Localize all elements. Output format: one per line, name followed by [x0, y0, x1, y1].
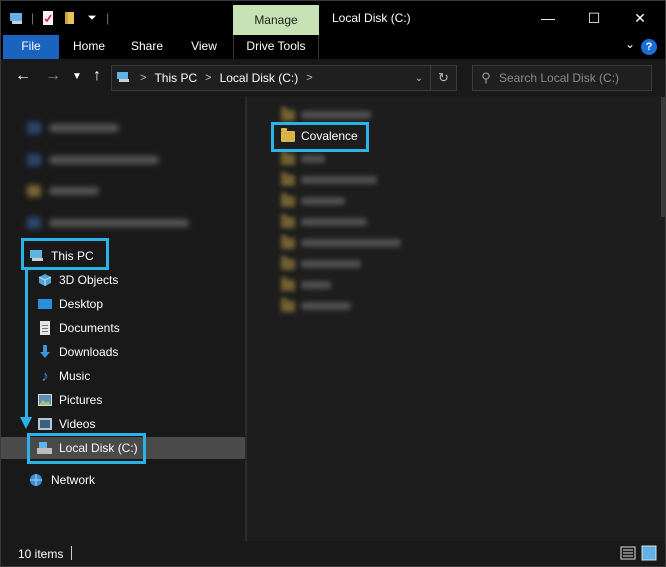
music-note-icon: ♪ [41, 367, 49, 385]
nav-downloads[interactable]: Downloads [37, 341, 118, 363]
nav-item-label: 3D Objects [59, 273, 119, 287]
file-list: Covalence [247, 97, 665, 541]
nav-music[interactable]: ♪ Music [37, 365, 90, 387]
tab-home[interactable]: Home [67, 35, 111, 59]
minimize-button[interactable]: — [525, 5, 571, 31]
desktop-icon [37, 296, 53, 312]
nav-item-label: Downloads [59, 345, 119, 359]
blurred-nav-item [27, 183, 99, 199]
nav-3d-objects[interactable]: 3D Objects [37, 269, 118, 291]
nav-videos[interactable]: Videos [37, 413, 95, 435]
blurred-folder-row [281, 171, 377, 189]
download-arrow-icon [37, 344, 53, 360]
address-pc-icon [116, 70, 132, 87]
network-icon [29, 472, 45, 488]
tab-file[interactable]: File [3, 35, 59, 59]
manage-contextual-tab[interactable]: Manage [233, 5, 319, 35]
address-row: ← → ▼ ↑ > This PC > Local Disk (C:) > ⌄ … [1, 59, 665, 97]
breadcrumb-separator-icon: > [140, 72, 147, 84]
nav-desktop[interactable]: Desktop [37, 293, 103, 315]
vertical-scrollbar[interactable] [661, 97, 665, 217]
highlight-box-this-pc [21, 238, 109, 270]
status-divider [71, 546, 72, 560]
nav-network-label: Network [51, 473, 96, 487]
nav-documents[interactable]: Documents [37, 317, 120, 339]
explorer-window: | ⏷ | Manage Local Disk (C:) — ☐ ✕ File … [0, 0, 666, 567]
nav-item-label: Documents [59, 321, 120, 335]
search-input[interactable] [499, 71, 639, 85]
up-arrow-icon[interactable]: ↑ [87, 67, 107, 85]
pc-icon[interactable] [9, 10, 25, 26]
title-bar: | ⏷ | Manage Local Disk (C:) — ☐ ✕ [1, 1, 665, 35]
nav-item-label: Music [59, 369, 91, 383]
blurred-folder-row [281, 297, 351, 315]
breadcrumb-separator-icon: > [205, 72, 212, 84]
status-bar: 10 items [1, 541, 665, 566]
blurred-folder-row [281, 150, 325, 168]
minimize-icon: — [541, 10, 555, 26]
new-folder-icon[interactable] [62, 10, 78, 26]
address-dropdown-icon[interactable]: ⌄ [408, 73, 430, 84]
document-icon [37, 320, 53, 336]
blurred-nav-item [27, 120, 119, 136]
cube-icon [37, 272, 53, 288]
back-arrow-icon[interactable]: ← [13, 67, 33, 85]
pictures-icon [37, 392, 53, 408]
breadcrumb-this-pc[interactable]: This PC [154, 71, 197, 85]
nav-item-label: Desktop [59, 297, 104, 311]
highlight-arrow-line [25, 267, 28, 419]
forward-arrow-icon[interactable]: → [43, 67, 63, 85]
breadcrumb-separator-icon: > [306, 72, 313, 84]
close-button[interactable]: ✕ [617, 5, 663, 31]
help-icon[interactable]: ? [641, 39, 657, 55]
quick-access-toolbar: | ⏷ | [9, 10, 109, 26]
search-icon: ⚲ [481, 70, 491, 85]
search-box[interactable]: ⚲ [472, 65, 652, 91]
item-count: 10 items [18, 547, 64, 561]
blurred-folder-row [281, 213, 367, 231]
blurred-folder-row [281, 255, 361, 273]
blurred-folder-row [281, 276, 331, 294]
blurred-nav-item [27, 215, 189, 231]
arrow-down-icon [20, 417, 32, 429]
tab-view[interactable]: View [183, 35, 225, 59]
nav-item-label: Videos [59, 417, 96, 431]
breadcrumb-local-disk[interactable]: Local Disk (C:) [220, 71, 299, 85]
address-bar[interactable]: > This PC > Local Disk (C:) > ⌄ ↻ [111, 65, 457, 91]
nav-item-label: Pictures [59, 393, 103, 407]
tab-share[interactable]: Share [125, 35, 169, 59]
large-icons-view-icon[interactable] [641, 545, 657, 561]
nav-pictures[interactable]: Pictures [37, 389, 102, 411]
nav-network[interactable]: Network [29, 469, 95, 491]
properties-icon[interactable] [40, 10, 56, 26]
navigation-pane: This PC 3D Objects Desktop Documents Dow… [1, 97, 245, 541]
breadcrumb: > This PC > Local Disk (C:) > [112, 70, 408, 87]
maximize-icon: ☐ [587, 9, 601, 26]
maximize-button[interactable]: ☐ [571, 5, 617, 31]
details-view-icon[interactable] [620, 545, 636, 561]
ribbon-tabs: File Home Share View Drive Tools ⌄ ? [1, 35, 665, 59]
close-icon: ✕ [634, 9, 646, 26]
highlight-box-covalence [271, 122, 369, 152]
blurred-folder-row [281, 234, 401, 252]
highlight-box-local-disk [27, 433, 146, 464]
blurred-nav-item [27, 152, 159, 168]
blurred-folder-row [281, 192, 345, 210]
window-title: Local Disk (C:) [332, 11, 411, 25]
recent-locations-chevron-icon[interactable]: ▼ [67, 71, 87, 82]
customize-qat-icon[interactable]: ⏷ [84, 10, 100, 26]
ribbon-collapse-chevron-icon[interactable]: ⌄ [625, 37, 635, 51]
video-icon [37, 416, 53, 432]
tab-drive-tools[interactable]: Drive Tools [239, 35, 313, 59]
refresh-icon[interactable]: ↻ [430, 66, 456, 90]
